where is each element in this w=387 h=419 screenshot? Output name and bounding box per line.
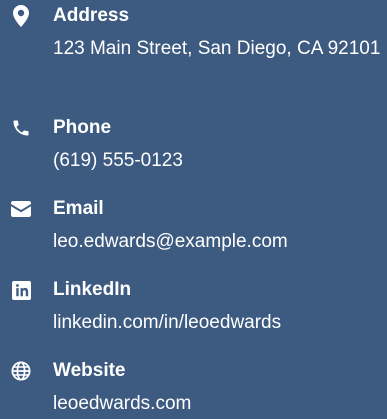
contact-info-panel: Address 123 Main Street, San Diego, CA 9… — [0, 0, 387, 417]
website-label: Website — [53, 360, 126, 381]
globe-icon — [9, 359, 33, 383]
phone-icon — [9, 116, 33, 140]
phone-link[interactable]: (619) 555-0123 — [53, 146, 378, 176]
phone-label: Phone — [53, 117, 112, 138]
envelope-icon — [9, 197, 33, 221]
email-label: Email — [53, 198, 104, 219]
website-link[interactable]: leoedwards.com — [53, 389, 378, 419]
map-marker-icon — [9, 4, 33, 28]
linkedin-label: LinkedIn — [53, 279, 132, 300]
email-link[interactable]: leo.edwards@example.com — [53, 227, 378, 257]
address-value: 123 Main Street, San Diego, CA 92101 — [53, 38, 381, 59]
linkedin-link[interactable]: linkedin.com/in/leoedwards — [53, 308, 378, 338]
linkedin-icon — [9, 278, 33, 302]
address-label: Address — [53, 5, 130, 26]
